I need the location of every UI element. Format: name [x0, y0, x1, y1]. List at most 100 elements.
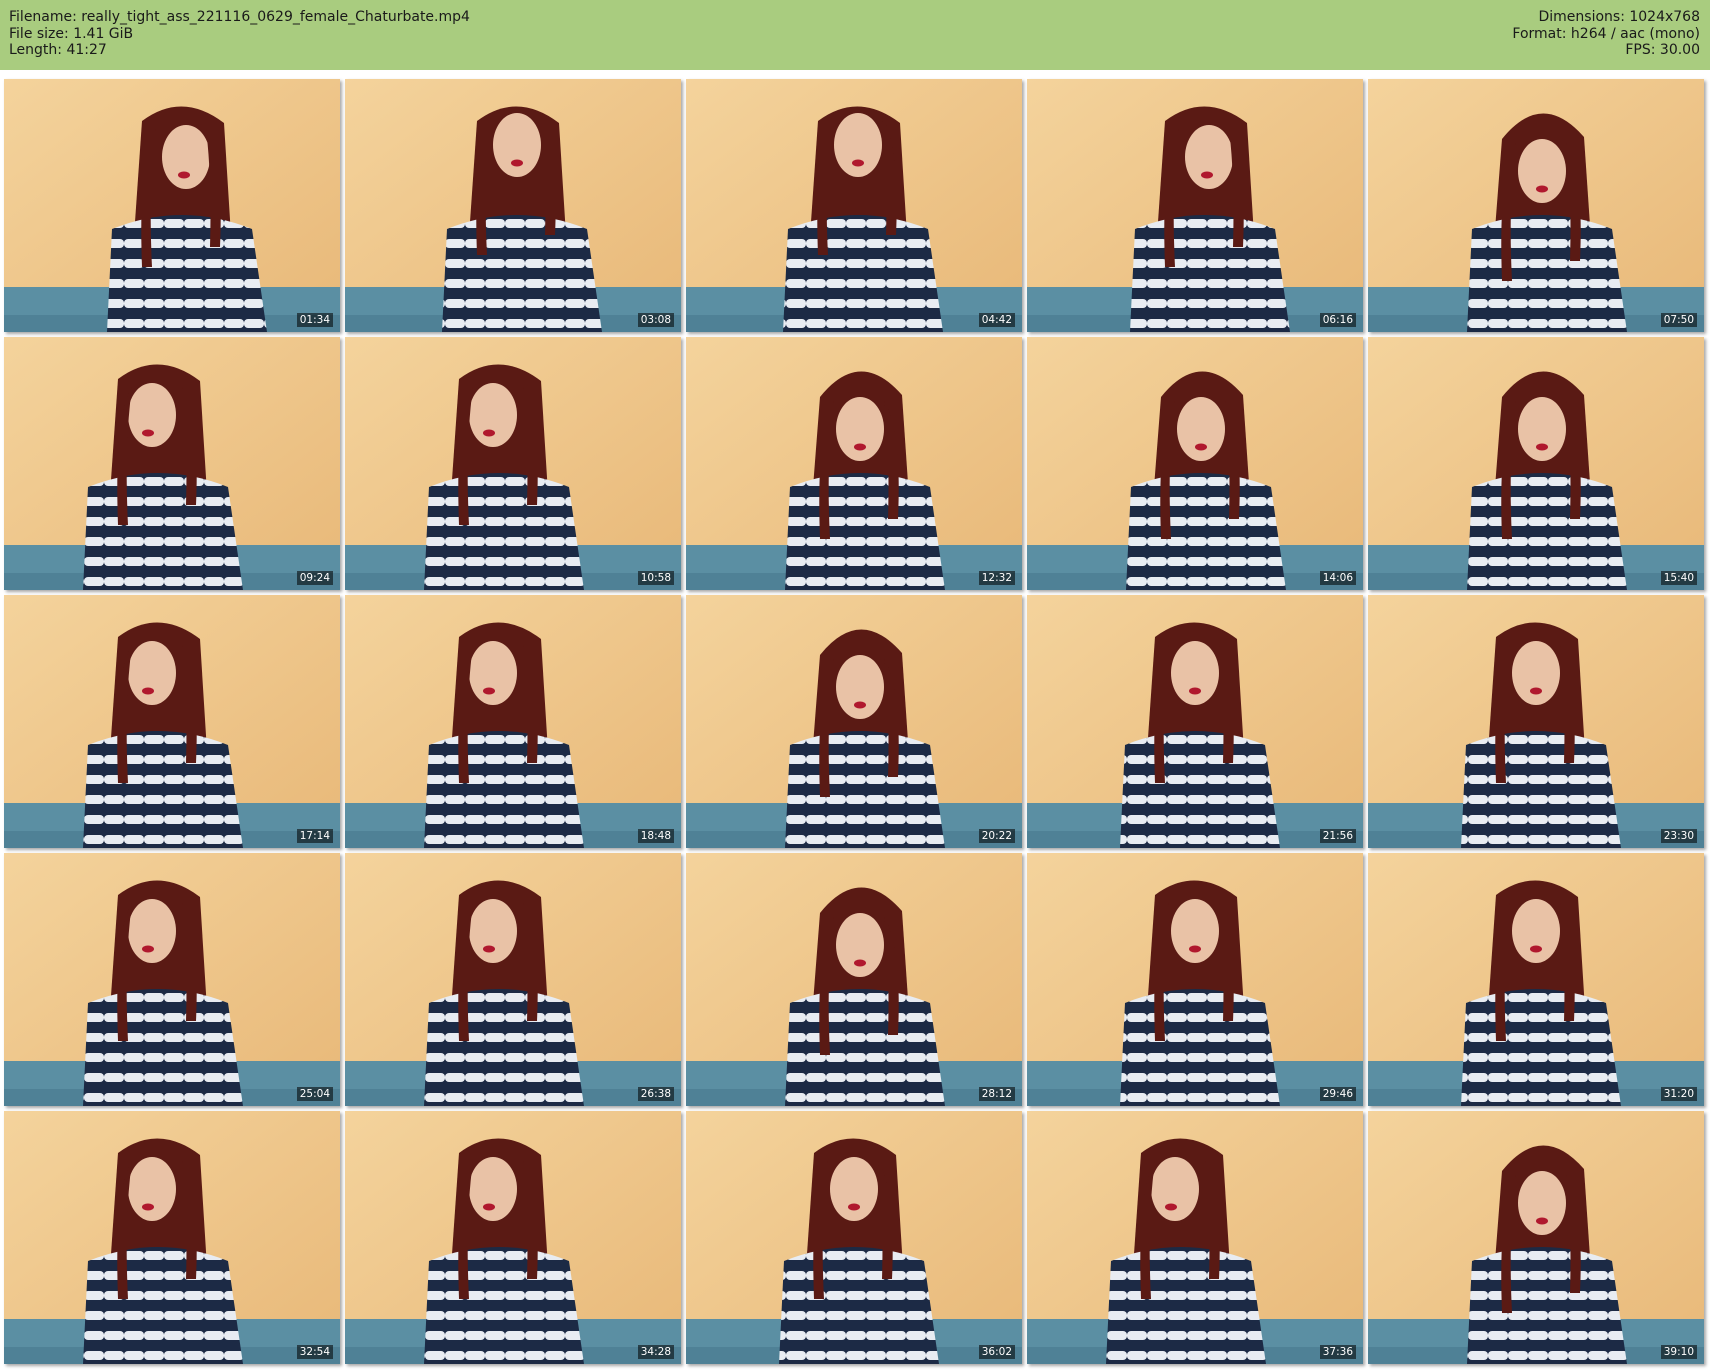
thumbnail-scene [1368, 79, 1704, 332]
lips [854, 701, 866, 709]
striped-sweater [785, 731, 945, 848]
video-thumbnail: 04:42 [686, 79, 1022, 332]
fps-text: FPS: 30.00 [1625, 42, 1700, 58]
lips [1201, 171, 1213, 179]
striped-sweater [1467, 1247, 1627, 1364]
lips [848, 1203, 860, 1211]
thumbnail-scene [1368, 337, 1704, 590]
video-thumbnail: 36:02 [686, 1111, 1022, 1364]
thumbnail-scene [686, 595, 1022, 848]
video-thumbnail: 14:06 [1027, 337, 1363, 590]
lips [1189, 945, 1201, 953]
info-header: Filename: really_tight_ass_221116_0629_f… [0, 0, 1710, 70]
video-thumbnail: 12:32 [686, 337, 1022, 590]
video-thumbnail: 32:54 [4, 1111, 340, 1364]
timestamp-label: 21:56 [1319, 829, 1356, 843]
face [469, 383, 517, 447]
face [128, 1157, 176, 1221]
lips [483, 687, 495, 695]
video-thumbnail: 01:34 [4, 79, 340, 332]
dimensions-text: Dimensions: 1024x768 [1538, 9, 1700, 25]
video-thumbnail: 03:08 [345, 79, 681, 332]
thumbnail-scene [345, 853, 681, 1106]
timestamp-label: 32:54 [296, 1345, 333, 1359]
video-thumbnail: 20:22 [686, 595, 1022, 848]
face [1518, 1171, 1566, 1235]
striped-sweater [783, 215, 943, 332]
striped-sweater [424, 731, 584, 848]
timestamp-label: 36:02 [978, 1345, 1015, 1359]
thumbnail-scene [1368, 853, 1704, 1106]
thumbnail-scene [1027, 1111, 1363, 1364]
file-info-left: Filename: really_tight_ass_221116_0629_f… [9, 9, 470, 59]
face [1151, 1157, 1199, 1221]
lips [1189, 687, 1201, 695]
length-text: Length: 41:27 [9, 42, 107, 58]
striped-sweater [1461, 731, 1621, 848]
face [834, 113, 882, 177]
timestamp-label: 31:20 [1660, 1087, 1697, 1101]
face [162, 125, 210, 189]
face [1518, 397, 1566, 461]
filesize-text: File size: 1.41 GiB [9, 25, 134, 42]
thumbnail-scene [1027, 337, 1363, 590]
face [1512, 641, 1560, 705]
face [1518, 139, 1566, 203]
video-thumbnail: 34:28 [345, 1111, 681, 1364]
thumbnail-scene [686, 853, 1022, 1106]
lips [1536, 443, 1548, 451]
lips [1530, 687, 1542, 695]
face [128, 383, 176, 447]
video-thumbnail: 18:48 [345, 595, 681, 848]
timestamp-label: 09:24 [296, 571, 333, 585]
face [836, 913, 884, 977]
lips [1536, 185, 1548, 193]
striped-sweater [1130, 215, 1290, 332]
timestamp-label: 17:14 [296, 829, 333, 843]
video-thumbnail: 10:58 [345, 337, 681, 590]
striped-sweater [1106, 1247, 1266, 1364]
thumbnail-scene [686, 79, 1022, 332]
video-thumbnail: 31:20 [1368, 853, 1704, 1106]
timestamp-label: 34:28 [637, 1345, 674, 1359]
video-thumbnail: 07:50 [1368, 79, 1704, 332]
face [469, 1157, 517, 1221]
face [1185, 125, 1233, 189]
timestamp-label: 10:58 [637, 571, 674, 585]
timestamp-label: 29:46 [1319, 1087, 1356, 1101]
striped-sweater [424, 989, 584, 1106]
lips [1530, 945, 1542, 953]
video-thumbnail: 06:16 [1027, 79, 1363, 332]
striped-sweater [424, 1247, 584, 1364]
lips [511, 159, 523, 167]
striped-sweater [779, 1247, 939, 1364]
thumbnail-scene [1027, 853, 1363, 1106]
thumbnail-scene [4, 1111, 340, 1364]
face [469, 899, 517, 963]
striped-sweater [83, 1247, 243, 1364]
timestamp-label: 03:08 [637, 313, 674, 327]
thumbnail-scene [1027, 595, 1363, 848]
video-thumbnail: 29:46 [1027, 853, 1363, 1106]
lips [852, 159, 864, 167]
face [493, 113, 541, 177]
striped-sweater [107, 215, 267, 332]
thumbnail-scene [4, 337, 340, 590]
face [128, 641, 176, 705]
video-thumbnail: 15:40 [1368, 337, 1704, 590]
video-thumbnail: 26:38 [345, 853, 681, 1106]
filename-text: Filename: really_tight_ass_221116_0629_f… [9, 9, 470, 25]
thumbnail-scene [345, 79, 681, 332]
timestamp-label: 07:50 [1660, 313, 1697, 327]
video-thumbnail: 23:30 [1368, 595, 1704, 848]
thumbnail-scene [686, 1111, 1022, 1364]
face [469, 641, 517, 705]
striped-sweater [1126, 473, 1286, 590]
timestamp-label: 28:12 [978, 1087, 1015, 1101]
timestamp-label: 23:30 [1660, 829, 1697, 843]
timestamp-label: 26:38 [637, 1087, 674, 1101]
timestamp-label: 12:32 [978, 571, 1015, 585]
striped-sweater [1120, 989, 1280, 1106]
lips [178, 171, 190, 179]
face [1171, 641, 1219, 705]
